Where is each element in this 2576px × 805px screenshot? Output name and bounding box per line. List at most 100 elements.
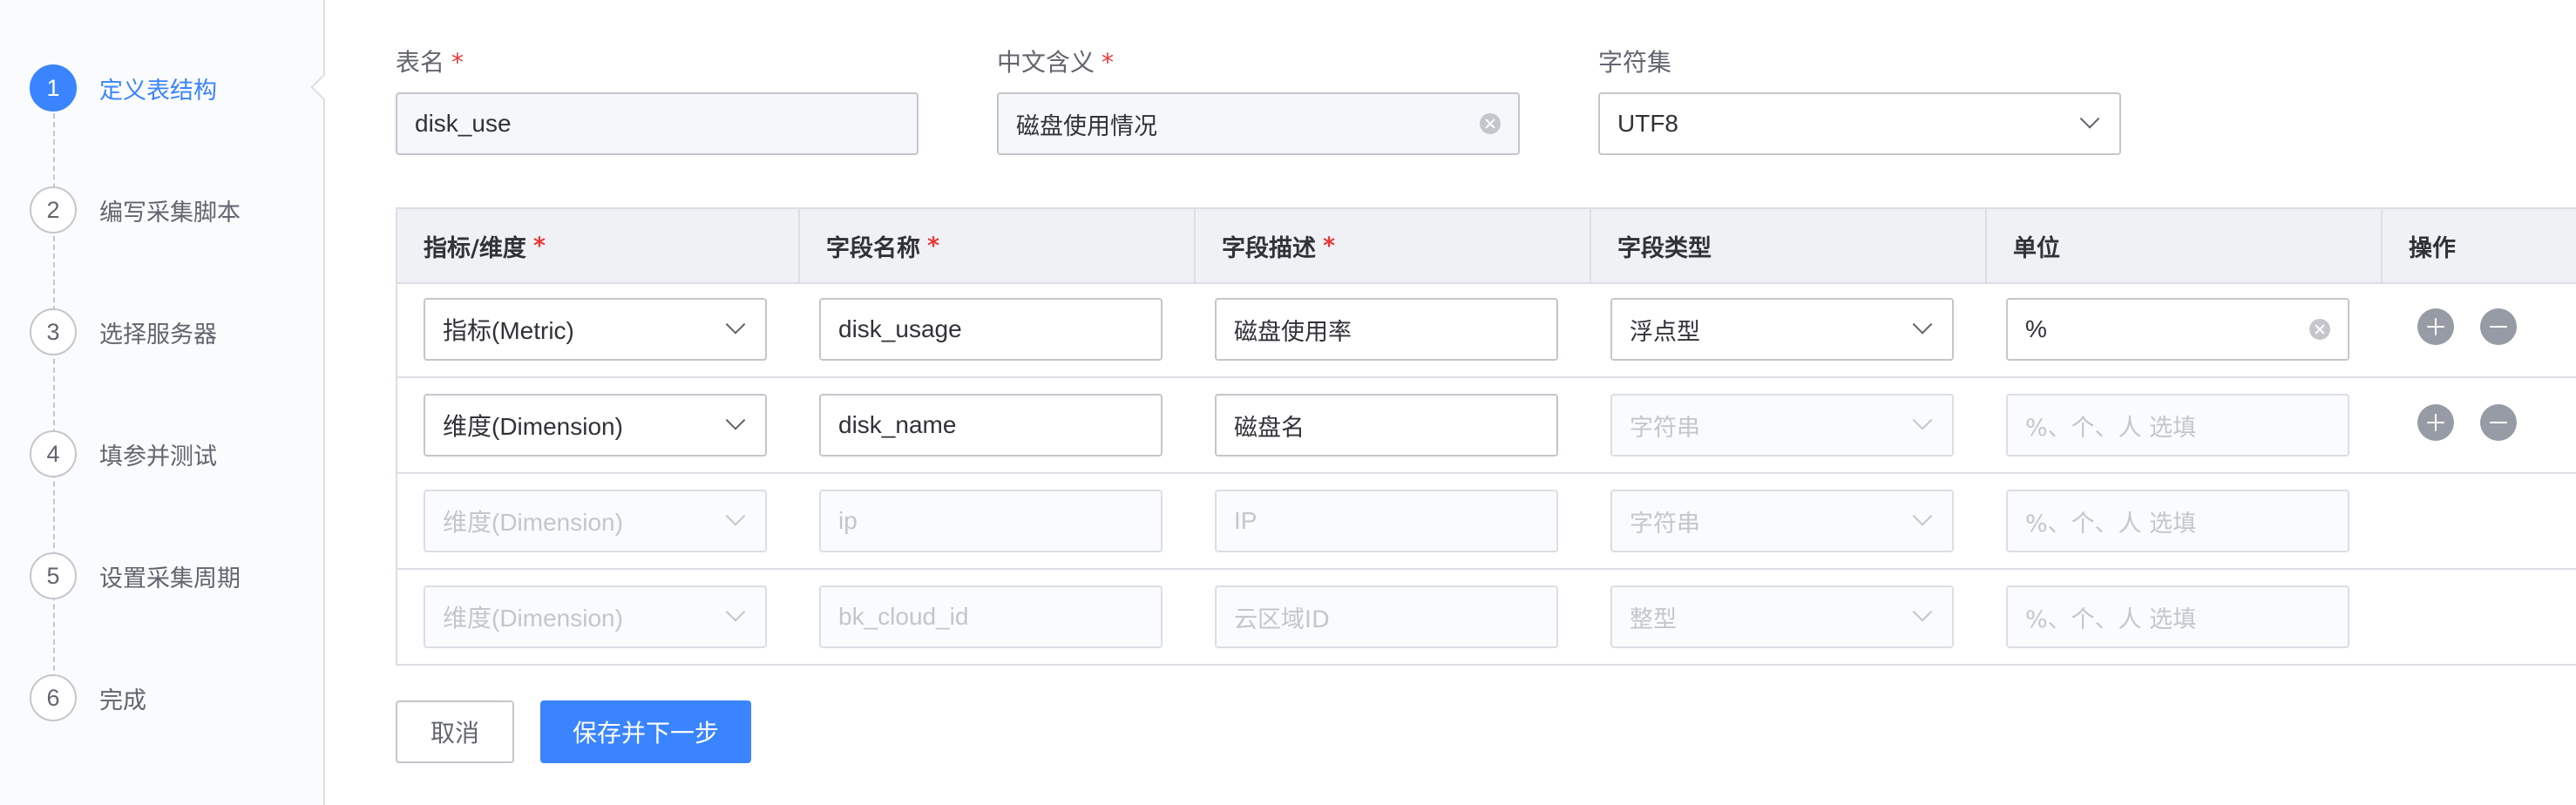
select-value: 维度(Dimension) — [443, 605, 623, 632]
select-value: 指标(Metric) — [443, 317, 574, 344]
required-mark: * — [1102, 48, 1115, 77]
field-type-select: 字符串 — [1610, 394, 1954, 457]
clear-icon[interactable] — [1480, 113, 1501, 134]
header-text: 字段名称 — [826, 234, 920, 262]
table-name-label: 表名 * — [396, 44, 464, 78]
input-value: ip — [838, 507, 858, 534]
chevron-down-icon — [2079, 109, 2100, 129]
chinese-meaning-input[interactable]: 磁盘使用情况 — [997, 92, 1520, 155]
chinese-meaning-label: 中文含义 * — [997, 44, 1114, 78]
select-value: 浮点型 — [1630, 318, 1700, 346]
step-3[interactable]: 3 选择服务器 — [30, 306, 217, 358]
step-label: 编写采集脚本 — [99, 199, 241, 227]
charset-label: 字符集 — [1598, 44, 1671, 78]
header-text: 操作 — [2409, 234, 2456, 262]
metric-dimension-select[interactable]: 维度(Dimension) — [424, 394, 767, 457]
chevron-down-icon — [725, 315, 746, 335]
input-value: % — [2025, 315, 2047, 342]
add-row-icon[interactable] — [2417, 404, 2454, 441]
field-type-select: 字符串 — [1610, 490, 1954, 552]
label-text: 表名 — [396, 48, 445, 77]
step-label: 定义表结构 — [99, 77, 217, 105]
input-value: disk_usage — [838, 315, 962, 342]
select-value: 维度(Dimension) — [443, 413, 623, 440]
step-number: 1 — [30, 64, 77, 112]
input-placeholder: %、个、人 选填 — [2025, 414, 2197, 442]
step-number: 3 — [30, 308, 77, 355]
header-text: 单位 — [2013, 234, 2060, 262]
required-mark: * — [532, 232, 546, 260]
input-value: 磁盘使用率 — [1234, 318, 1352, 346]
cancel-button[interactable]: 取消 — [396, 700, 514, 763]
table-name-input[interactable]: disk_use — [396, 92, 919, 155]
add-row-icon[interactable] — [2417, 308, 2454, 345]
label-text: 中文含义 — [997, 48, 1095, 77]
step-label: 完成 — [99, 687, 146, 714]
metric-dimension-select: 维度(Dimension) — [424, 490, 767, 552]
step-6[interactable]: 6 完成 — [30, 672, 146, 724]
unit-input: %、个、人 选填 — [2006, 585, 2349, 648]
save-and-next-button[interactable]: 保存并下一步 — [540, 700, 751, 763]
select-value: 字符串 — [1630, 510, 1700, 538]
unit-input[interactable]: % — [2006, 298, 2349, 361]
unit-input: %、个、人 选填 — [2006, 394, 2349, 457]
input-value: IP — [1234, 507, 1257, 534]
step-2[interactable]: 2 编写采集脚本 — [30, 184, 241, 236]
field-table: 指标/维度 * 字段名称 * 字段描述 * 字段类型 单位 操作 指标(Metric)… — [396, 207, 2576, 666]
charset-select[interactable]: UTF8 — [1598, 92, 2121, 155]
remove-row-icon[interactable] — [2480, 308, 2517, 345]
chevron-down-icon — [1912, 506, 1933, 526]
input-value: bk_cloud_id — [838, 603, 969, 630]
header-field-desc: 字段描述 * — [1196, 209, 1591, 282]
field-desc-input[interactable]: 磁盘名 — [1215, 394, 1558, 457]
field-name-input: ip — [819, 490, 1163, 552]
chevron-down-icon — [725, 602, 746, 622]
step-label: 填参并测试 — [99, 443, 217, 470]
step-4[interactable]: 4 填参并测试 — [30, 428, 217, 480]
table-row: 指标(Metric) disk_usage 磁盘使用率 浮点型 % — [397, 282, 2576, 378]
step-label: 选择服务器 — [99, 321, 217, 348]
step-number: 2 — [30, 186, 77, 233]
clear-icon[interactable] — [2309, 319, 2330, 340]
input-value: 磁盘使用情况 — [1016, 112, 1157, 140]
step-sidebar: 1 定义表结构 2 编写采集脚本 3 选择服务器 4 填参并测试 5 设置采集周… — [0, 0, 338, 805]
metric-dimension-select[interactable]: 指标(Metric) — [424, 298, 767, 361]
label-text: 字符集 — [1598, 48, 1672, 77]
chevron-down-icon — [1912, 410, 1933, 430]
table-row: 维度(Dimension) ip IP 字符串 %、个、人 选填 — [397, 474, 2576, 570]
active-step-pointer — [310, 73, 338, 101]
field-desc-input[interactable]: 磁盘使用率 — [1215, 298, 1558, 361]
header-text: 字段类型 — [1617, 234, 1712, 262]
chevron-down-icon — [725, 410, 746, 430]
select-value: 维度(Dimension) — [443, 509, 623, 536]
required-mark: * — [1323, 232, 1336, 260]
field-name-input[interactable]: disk_usage — [819, 298, 1163, 361]
header-operation: 操作 — [2383, 209, 2576, 282]
input-value: 磁盘名 — [1234, 414, 1305, 442]
step-1[interactable]: 1 定义表结构 — [30, 62, 217, 114]
chevron-down-icon — [725, 506, 746, 526]
chevron-down-icon — [1912, 602, 1933, 622]
table-header: 指标/维度 * 字段名称 * 字段描述 * 字段类型 单位 操作 — [397, 209, 2576, 284]
header-unit: 单位 — [1987, 209, 2383, 282]
chevron-down-icon — [1912, 315, 1933, 335]
step-5[interactable]: 5 设置采集周期 — [30, 550, 241, 602]
required-mark: * — [927, 232, 940, 260]
unit-input: %、个、人 选填 — [2006, 490, 2349, 552]
input-value: 云区域ID — [1234, 605, 1330, 633]
select-value: UTF8 — [1617, 110, 1678, 137]
field-desc-input: IP — [1215, 490, 1558, 552]
field-name-input[interactable]: disk_name — [819, 394, 1163, 457]
step-number: 4 — [30, 430, 77, 477]
input-placeholder: %、个、人 选填 — [2025, 510, 2197, 538]
field-desc-input: 云区域ID — [1215, 585, 1558, 648]
step-number: 5 — [30, 552, 77, 599]
header-text: 字段描述 — [1222, 234, 1316, 262]
header-text: 指标/维度 — [424, 234, 526, 262]
field-type-select[interactable]: 浮点型 — [1610, 298, 1954, 361]
step-label: 设置采集周期 — [99, 565, 241, 592]
remove-row-icon[interactable] — [2480, 404, 2517, 441]
header-metric-dimension: 指标/维度 * — [397, 209, 800, 282]
input-value: disk_use — [415, 110, 512, 137]
select-value: 整型 — [1630, 605, 1677, 633]
